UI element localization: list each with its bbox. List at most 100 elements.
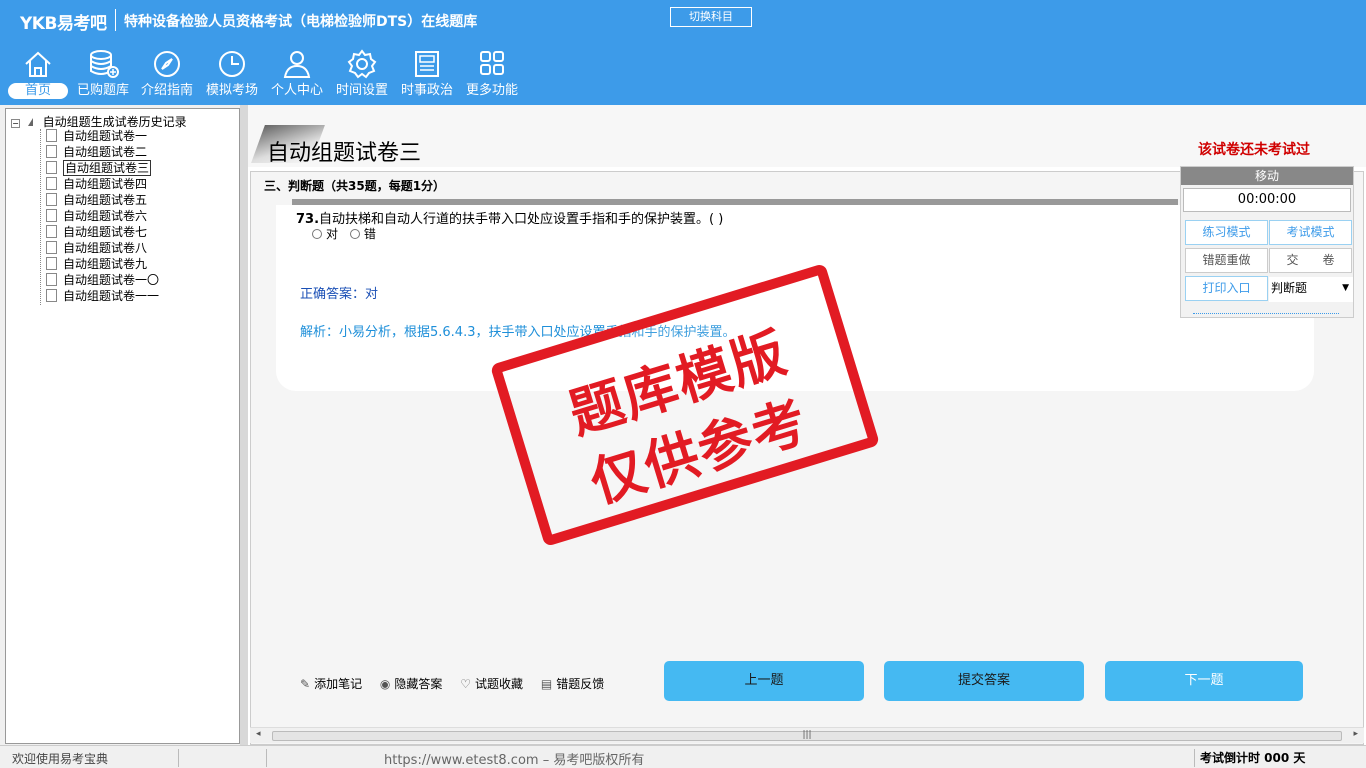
horizontal-scrollbar[interactable]: ◂ ||| ▸: [250, 727, 1364, 743]
exam-mode-button[interactable]: 考试模式: [1269, 220, 1352, 245]
submit-answer-button[interactable]: 提交答案: [884, 661, 1084, 701]
practice-mode-button[interactable]: 练习模式: [1185, 220, 1268, 245]
app-title: 特种设备检验人员资格考试（电梯检验师DTS）在线题库: [124, 14, 478, 30]
redo-wrong-button[interactable]: 错题重做: [1185, 248, 1268, 273]
scroll-thumb[interactable]: |||: [272, 731, 1342, 741]
radio-icon: [349, 229, 360, 239]
nav-label: 首页: [8, 83, 68, 99]
move-handle[interactable]: 移动: [1181, 167, 1353, 185]
welcome-text: 欢迎使用易考宝典: [12, 752, 109, 766]
scroll-right-icon[interactable]: ▸: [1353, 729, 1358, 739]
title-divider: [115, 9, 116, 31]
paper-history-tree: − 自动组题生成试卷历史记录 自动组题试卷一 自动组题试卷二 自动组题试卷三 自…: [5, 108, 240, 744]
clock-icon: [219, 51, 245, 77]
status-divider: [266, 749, 267, 767]
pencil-icon: ✎: [300, 677, 311, 691]
next-question-button[interactable]: 下一题: [1105, 661, 1303, 701]
copyright-text: https://www.etest8.com – 易考吧版权所有: [384, 753, 645, 768]
nav-label: 时事政治: [400, 83, 453, 98]
option-true[interactable]: 对: [312, 227, 338, 241]
heart-icon: ♡: [460, 677, 471, 691]
folder-icon: [27, 118, 33, 126]
nav-more[interactable]: 更多功能: [463, 46, 521, 104]
document-icon: [46, 145, 57, 158]
tree-item[interactable]: 自动组题试卷七: [46, 225, 147, 241]
status-bar: 欢迎使用易考宝典 https://www.etest8.com – 易考吧版权所…: [0, 745, 1366, 768]
tree-item-selected[interactable]: 自动组题试卷三: [46, 160, 152, 177]
compass-icon: [154, 51, 180, 77]
tree-item[interactable]: 自动组题试卷八: [46, 241, 147, 257]
nav-mock-exam[interactable]: 模拟考场: [203, 46, 261, 104]
tree-item[interactable]: 自动组题试卷一〇: [46, 273, 159, 289]
tree-root-label: 自动组题生成试卷历史记录: [42, 115, 187, 129]
nav-current-affairs[interactable]: 时事政治: [398, 46, 456, 104]
report-error-button[interactable]: ▤ 错题反馈: [541, 675, 604, 692]
panel-splitter[interactable]: [240, 105, 248, 745]
hide-answer-button[interactable]: ◉ 隐藏答案: [380, 675, 443, 692]
nav-label: 个人中心: [270, 83, 323, 98]
status-divider: [1194, 749, 1195, 767]
section-heading: 三、判断题（共35题，每题1分）: [264, 179, 446, 193]
question-body: 自动扶梯和自动人行道的扶手带入口处应设置手指和手的保护装置。( ): [319, 212, 724, 227]
nav-label: 已购题库: [76, 83, 129, 98]
option-false[interactable]: 错: [349, 227, 376, 241]
document-icon: [46, 129, 57, 142]
document-icon: [46, 161, 57, 174]
question-type-select[interactable]: 判断题 ▼: [1269, 277, 1353, 302]
tree-item[interactable]: 自动组题试卷五: [46, 193, 147, 209]
newspaper-icon: [415, 51, 439, 77]
document-icon: [46, 289, 57, 302]
app-header: YKB易考吧 特种设备检验人员资格考试（电梯检验师DTS）在线题库 切换科目 首…: [0, 0, 1366, 105]
favorite-button[interactable]: ♡ 试题收藏: [460, 675, 523, 692]
nav-guide[interactable]: 介绍指南: [138, 46, 196, 104]
grid-icon: [480, 51, 504, 75]
tree-item[interactable]: 自动组题试卷六: [46, 209, 147, 225]
nav-label: 更多功能: [465, 83, 518, 98]
document-icon: [46, 257, 57, 270]
tree-item[interactable]: 自动组题试卷九: [46, 257, 147, 273]
nav-time-settings[interactable]: 时间设置: [333, 46, 391, 104]
nav-label: 介绍指南: [140, 83, 193, 98]
nav-purchased[interactable]: 已购题库: [74, 46, 132, 104]
radio-icon: [312, 229, 322, 239]
status-divider: [178, 749, 179, 767]
nav-label: 模拟考场: [205, 83, 258, 98]
document-icon: [46, 177, 57, 190]
nav-label: 时间设置: [335, 83, 388, 98]
document-icon: [46, 209, 57, 222]
nav-profile[interactable]: 个人中心: [268, 46, 326, 104]
exam-timer: 00:00:00: [1183, 188, 1351, 212]
paper-header: 自动组题试卷三 该试卷还未考试过: [248, 105, 1366, 167]
tree-item[interactable]: 自动组题试卷二: [46, 145, 147, 161]
document-icon: [46, 225, 57, 238]
print-button[interactable]: 打印入口: [1185, 276, 1268, 301]
feedback-icon: ▤: [540, 677, 553, 691]
eye-icon: ◉: [379, 677, 391, 691]
chevron-down-icon: ▼: [1342, 283, 1349, 293]
scroll-left-icon[interactable]: ◂: [256, 729, 261, 739]
document-icon: [46, 241, 57, 254]
tree-connector: [40, 129, 41, 305]
switch-subject-button[interactable]: 切换科目: [670, 7, 752, 27]
document-icon: [46, 193, 57, 206]
correct-answer: 正确答案：对: [300, 287, 379, 302]
tree-item[interactable]: 自动组题试卷四: [46, 177, 147, 193]
exam-control-panel: 移动 00:00:00 练习模式 考试模式 错题重做 交 卷 打印入口 判断题 ▼: [1180, 166, 1354, 318]
panel-slider[interactable]: [1193, 313, 1339, 314]
answer-options: 对 错: [312, 225, 376, 242]
document-icon: [46, 273, 57, 286]
hand-in-button[interactable]: 交 卷: [1269, 248, 1352, 273]
add-note-button[interactable]: ✎ 添加笔记: [300, 675, 362, 692]
paper-title: 自动组题试卷三: [267, 141, 422, 166]
user-icon: [283, 51, 311, 78]
nav-home[interactable]: 首页: [8, 46, 68, 104]
paper-status: 该试卷还未考试过: [1198, 142, 1310, 158]
tree-root[interactable]: − 自动组题生成试卷历史记录: [11, 113, 187, 129]
app-logo: YKB易考吧: [20, 14, 107, 34]
tree-item[interactable]: 自动组题试卷一: [46, 129, 147, 145]
collapse-icon[interactable]: −: [11, 119, 20, 128]
tree-item[interactable]: 自动组题试卷一一: [46, 289, 159, 305]
home-icon: [25, 51, 51, 77]
prev-question-button[interactable]: 上一题: [664, 661, 864, 701]
exam-countdown: 考试倒计时 000 天: [1200, 751, 1306, 765]
